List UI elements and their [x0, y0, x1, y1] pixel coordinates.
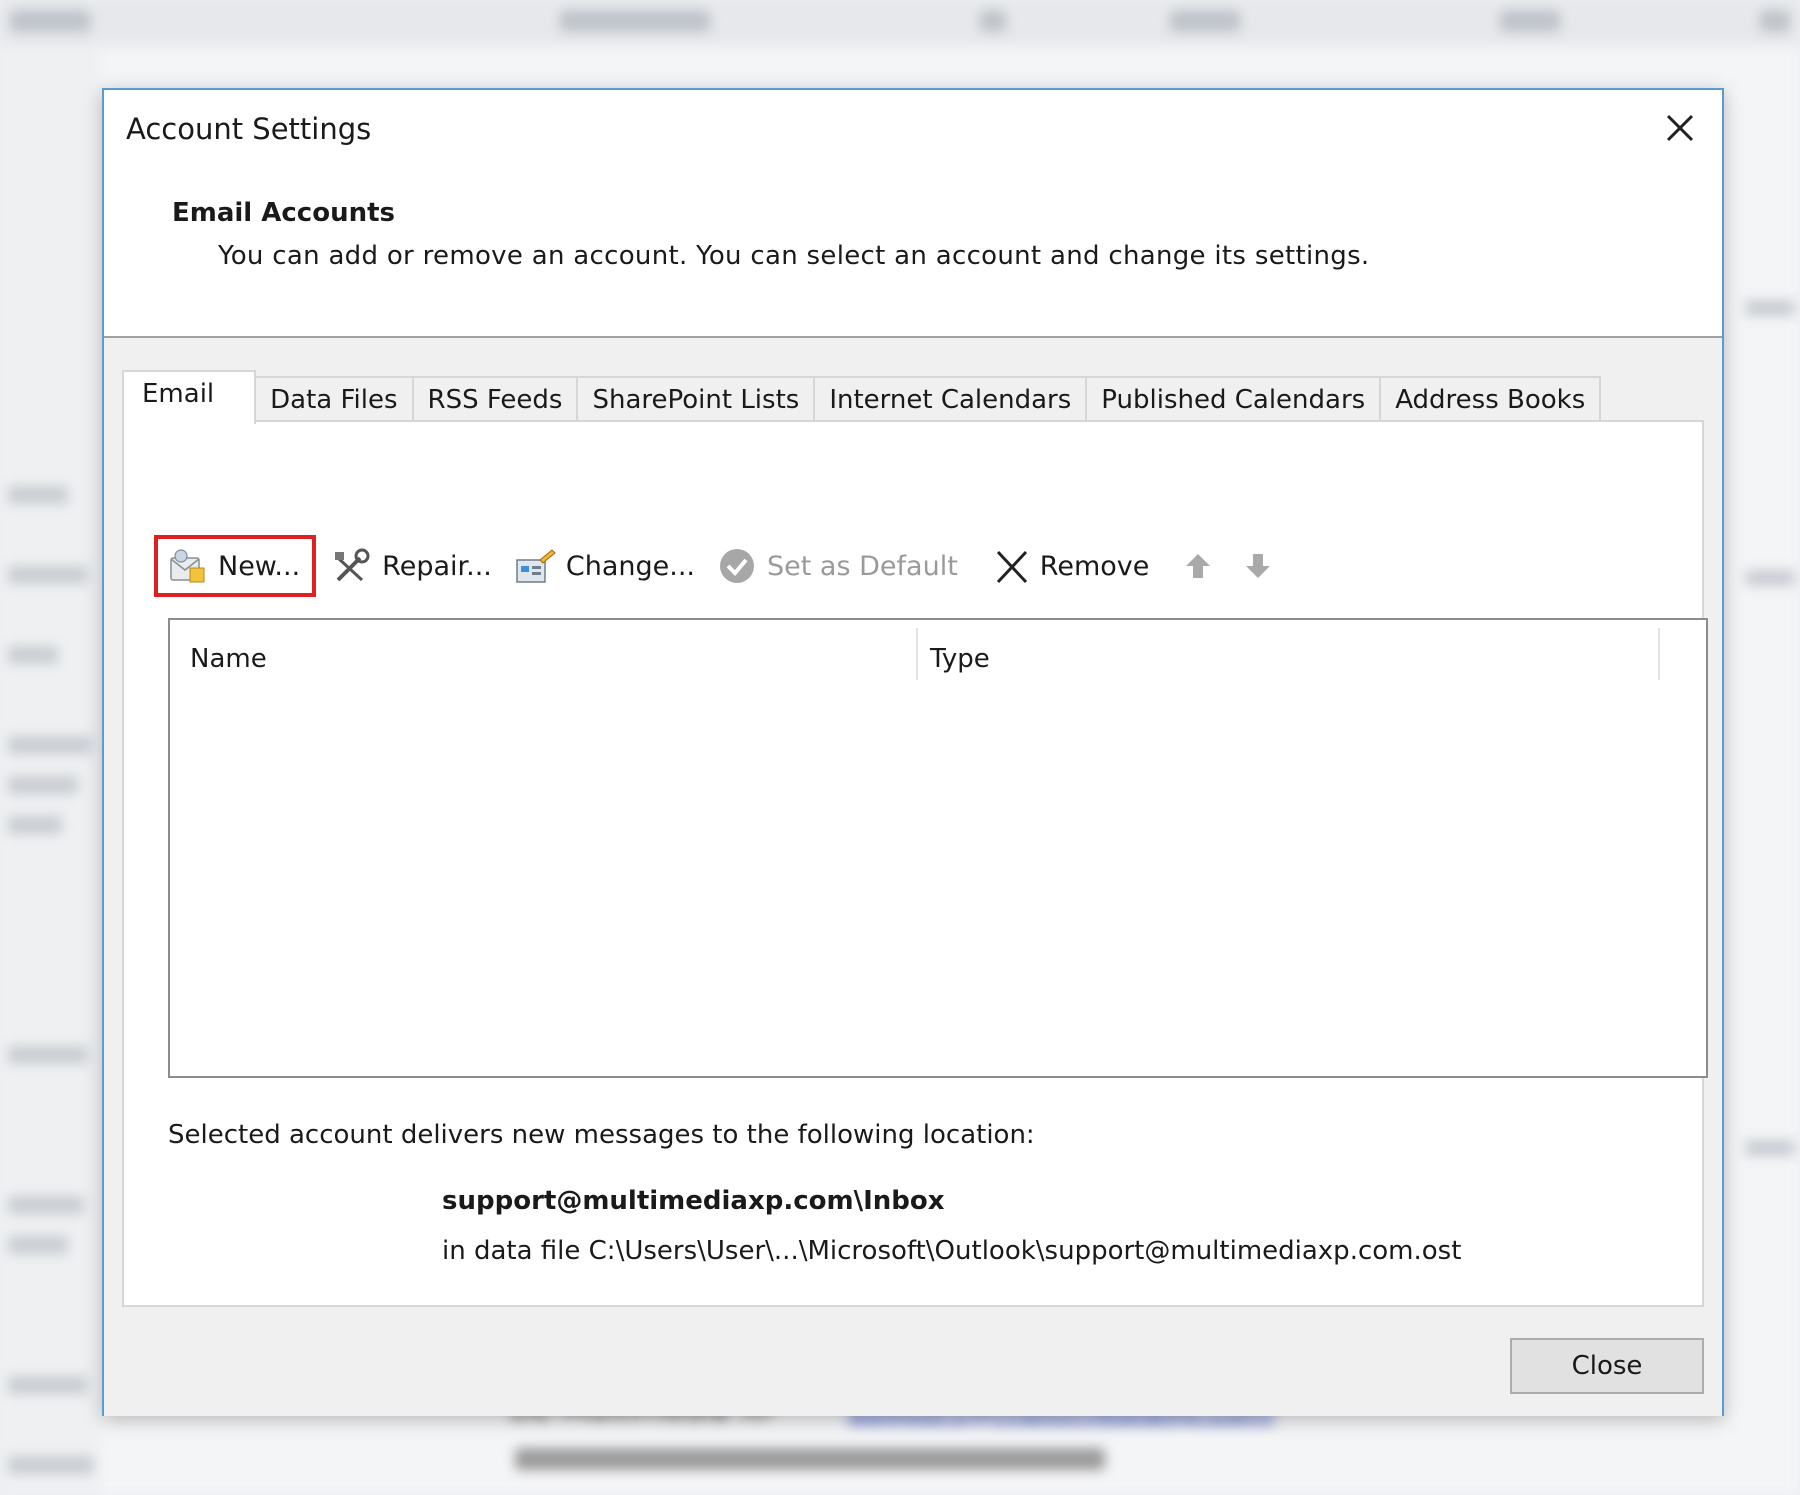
move-down-button[interactable]: [1235, 543, 1281, 589]
account-list[interactable]: Name Type: [168, 618, 1708, 1078]
background-toolbar: [0, 0, 1800, 46]
change-account-icon: [516, 549, 556, 583]
tools-icon: [335, 548, 370, 582]
change-label: Change...: [565, 550, 696, 582]
arrow-up-icon: [1186, 554, 1211, 578]
repair-label: Repair...: [382, 550, 492, 582]
column-header-type[interactable]: Type: [930, 634, 990, 684]
remove-label: Remove: [1039, 550, 1150, 582]
dialog-body: Email Data Files RSS Feeds SharePoint Li…: [104, 338, 1722, 1416]
remove-icon: [996, 550, 1027, 584]
change-button[interactable]: Change...: [504, 538, 707, 594]
tab-email[interactable]: Email: [122, 370, 257, 424]
arrow-down-icon: [1246, 554, 1271, 578]
account-settings-dialog: Account Settings Email Accounts You can …: [102, 88, 1724, 1416]
tab-published-calendars[interactable]: Published Calendars: [1085, 376, 1382, 422]
move-up-button[interactable]: [1175, 543, 1221, 589]
column-divider[interactable]: [916, 628, 918, 680]
set-as-default-label: Set as Default: [767, 550, 958, 582]
remove-button[interactable]: Remove: [984, 538, 1162, 594]
column-header-name[interactable]: Name: [190, 634, 267, 684]
close-icon[interactable]: [1660, 108, 1700, 148]
delivery-mailbox: support@multimediaxp.com\Inbox: [442, 1186, 945, 1216]
checkmark-icon: [720, 549, 755, 583]
column-divider[interactable]: [1658, 628, 1660, 680]
new-account-button[interactable]: New...: [154, 535, 317, 597]
new-account-label: New...: [218, 550, 301, 582]
dialog-title: Account Settings: [126, 112, 372, 146]
delivery-location-label: Selected account delivers new messages t…: [168, 1120, 1035, 1150]
tab-address-books[interactable]: Address Books: [1379, 376, 1602, 422]
background-folder-pane: [0, 46, 100, 1495]
tab-internet-calendars[interactable]: Internet Calendars: [813, 376, 1088, 422]
new-account-icon: [170, 549, 205, 583]
set-as-default-button[interactable]: Set as Default: [707, 538, 970, 594]
account-toolbar: New... Repair... Change... Set as Defaul…: [154, 534, 1281, 598]
tab-strip: Email Data Files RSS Feeds SharePoint Li…: [122, 370, 1602, 424]
email-tab-panel: New... Repair... Change... Set as Defaul…: [122, 420, 1708, 1307]
delivery-data-file: in data file C:\Users\User\...\Microsoft…: [442, 1236, 1462, 1266]
close-button[interactable]: Close: [1510, 1338, 1704, 1394]
section-heading: Email Accounts: [172, 198, 396, 228]
tab-data-files[interactable]: Data Files: [254, 376, 414, 422]
section-description: You can add or remove an account. You ca…: [218, 241, 1370, 271]
background-date-row: [515, 1448, 1105, 1470]
tab-rss-feeds[interactable]: RSS Feeds: [411, 376, 579, 422]
tab-sharepoint-lists[interactable]: SharePoint Lists: [576, 376, 816, 422]
repair-button[interactable]: Repair...: [322, 538, 504, 594]
